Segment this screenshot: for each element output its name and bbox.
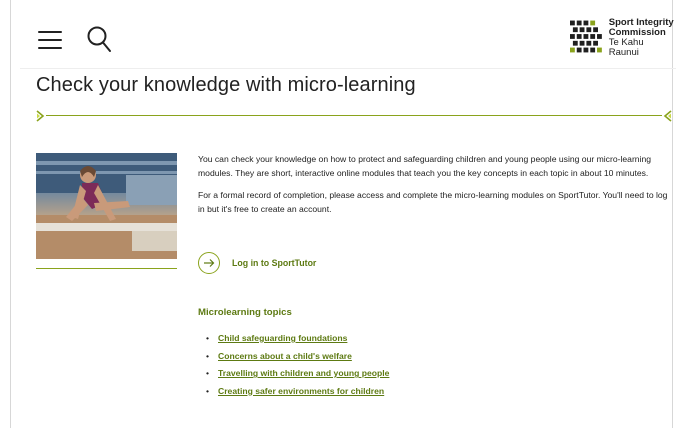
page-title: Check your knowledge with micro-learning [36, 74, 416, 96]
arrow-right-icon [204, 259, 215, 267]
sport-integrity-logo[interactable]: Sport Integrity Commission Te Kahu Raunu… [570, 18, 674, 58]
logo-line-3: Te Kahu Raunui [608, 37, 644, 58]
photo-underline [36, 268, 177, 269]
topics-heading: Microlearning topics [198, 307, 292, 318]
gymnast-photo [36, 153, 177, 259]
arrow-right-icon [36, 110, 45, 122]
divider-line [46, 115, 662, 116]
topic-item: Concerns about a child's welfare [206, 348, 389, 366]
intro-paragraph-2: For a formal record of completion, pleas… [198, 190, 668, 214]
arrow-left-icon [663, 110, 672, 122]
topic-item: Travelling with children and young peopl… [206, 365, 389, 383]
intro-content: You can check your knowledge on how to p… [198, 153, 668, 225]
topic-link-travelling[interactable]: Travelling with children and young peopl… [218, 368, 389, 378]
hamburger-icon[interactable] [38, 31, 62, 51]
section-divider [36, 110, 672, 122]
topics-list: Child safeguarding foundations Concerns … [206, 330, 389, 400]
site-header: Sport Integrity Commission Te Kahu Raunu… [20, 4, 676, 69]
gymnast-illustration [36, 153, 177, 259]
topic-link-safer-environments[interactable]: Creating safer environments for children [218, 386, 384, 396]
login-sporttutor-link[interactable]: Log in to SportTutor [198, 252, 316, 274]
arrow-circle-icon [198, 252, 220, 274]
login-sporttutor-label[interactable]: Log in to SportTutor [232, 258, 316, 268]
topic-link-child-safeguarding[interactable]: Child safeguarding foundations [218, 333, 347, 343]
topic-item: Creating safer environments for children [206, 383, 389, 401]
intro-paragraph-1: You can check your knowledge on how to p… [198, 154, 652, 178]
logo-text: Sport Integrity Commission Te Kahu Raunu… [609, 18, 674, 58]
topic-item: Child safeguarding foundations [206, 330, 389, 348]
topic-link-welfare-concerns[interactable]: Concerns about a child's welfare [218, 351, 352, 361]
search-icon[interactable] [86, 24, 112, 54]
logo-mark-icon [570, 20, 602, 53]
